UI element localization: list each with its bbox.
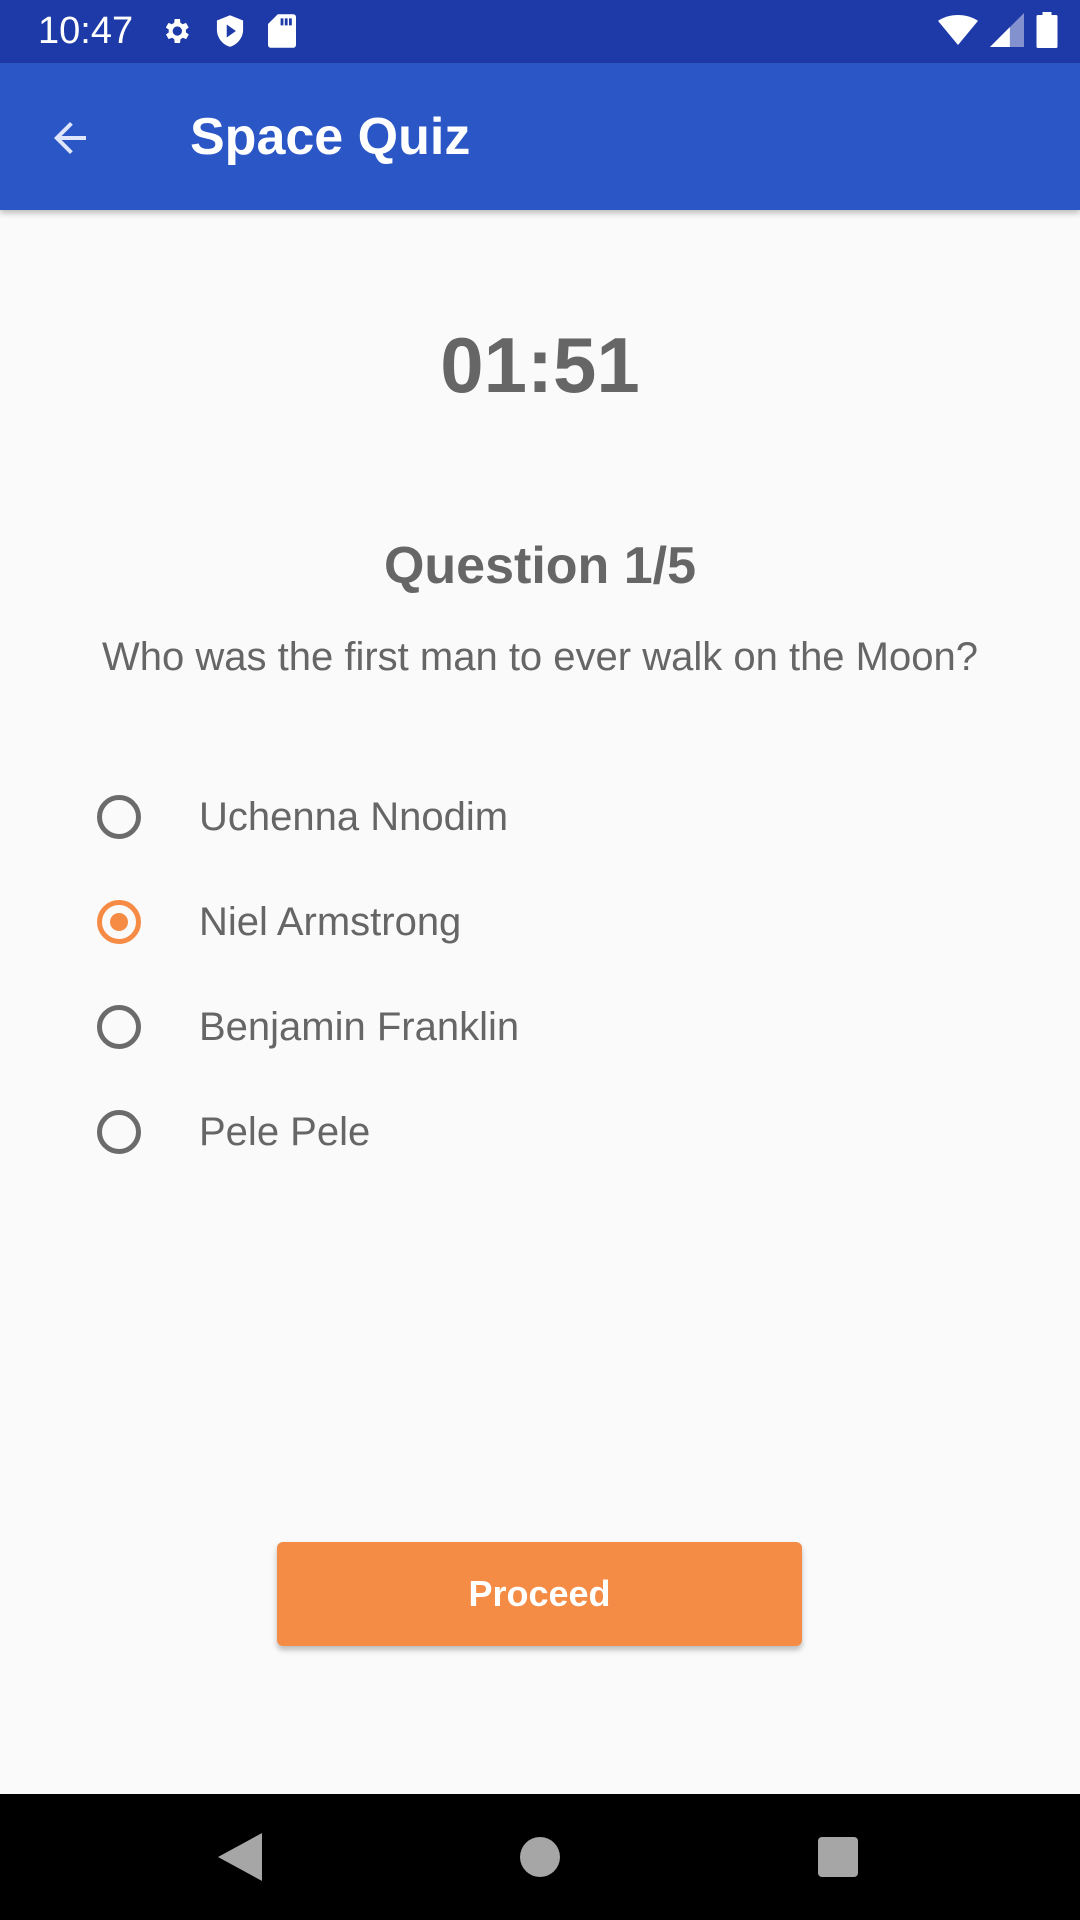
countdown-timer: 01:51 [440,321,640,409]
option-niel-armstrong[interactable]: Niel Armstrong [90,869,990,974]
wifi-icon [938,15,978,45]
app-title: Space Quiz [190,108,471,166]
status-time: 10:47 [38,10,134,52]
option-label: Benjamin Franklin [199,1004,520,1049]
option-pele-pele[interactable]: Pele Pele [90,1079,990,1184]
option-uchenna-nnodim[interactable]: Uchenna Nnodim [90,764,990,869]
radio-button[interactable] [97,1109,141,1154]
back-triangle-icon [218,1833,262,1881]
option-label: Uchenna Nnodim [199,794,509,839]
back-button[interactable] [30,98,110,178]
app-bar: Space Quiz [0,63,1080,210]
settings-icon [165,19,189,43]
option-label: Niel Armstrong [199,899,462,944]
arrow-back-icon [54,122,86,154]
option-benjamin-franklin[interactable]: Benjamin Franklin [90,974,990,1079]
sd-card-icon [268,14,296,48]
nav-recents-button[interactable] [808,1827,868,1887]
question-text: Who was the first man to ever walk on th… [102,635,978,679]
radio-button[interactable] [97,1004,141,1049]
shield-play-icon [216,15,244,47]
radio-button-selected[interactable] [97,899,141,944]
status-bar: 10:47 [0,0,1080,63]
cell-signal-icon [990,13,1024,47]
recents-square-icon [818,1837,858,1877]
question-number: Question 1/5 [383,537,697,595]
battery-icon [1036,12,1058,48]
radio-button[interactable] [97,794,141,839]
navigation-bar [0,1794,1080,1920]
proceed-button[interactable]: Proceed [277,1542,802,1646]
nav-home-button[interactable] [510,1827,570,1887]
answer-options: Uchenna Nnodim Niel Armstrong Benjamin F… [90,764,990,1184]
option-label: Pele Pele [199,1109,371,1154]
home-circle-icon [520,1837,560,1877]
nav-back-button[interactable] [210,1827,270,1887]
